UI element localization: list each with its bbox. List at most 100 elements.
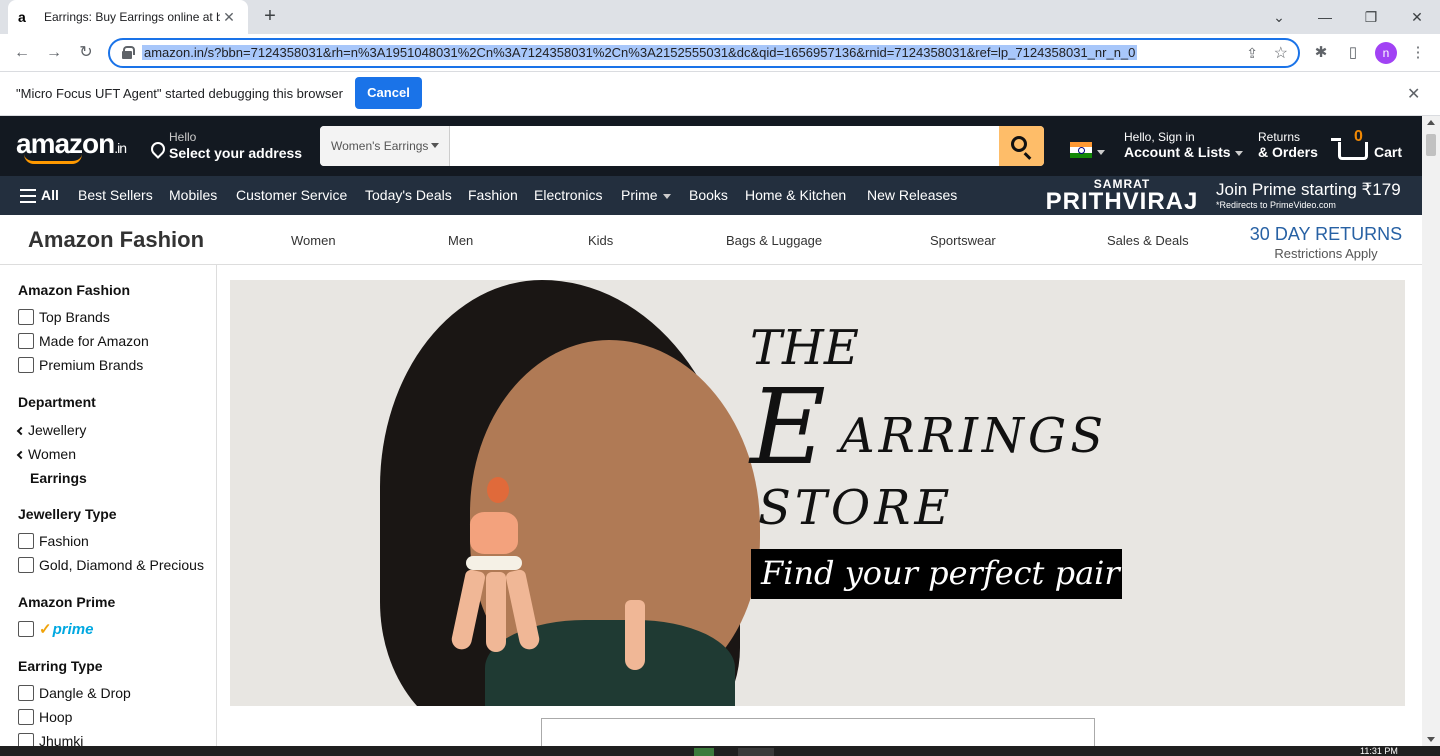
department-jewellery-link[interactable]: Jewellery [16, 422, 87, 438]
restore-button[interactable]: ❐ [1348, 0, 1394, 34]
search-category-dropdown[interactable]: Women's Earrings [320, 126, 450, 166]
department-women-link[interactable]: Women [16, 446, 76, 462]
amazon-header: amazon.in Hello Select your address Wome… [0, 116, 1422, 176]
side-panel-icon[interactable]: ▯ [1342, 42, 1364, 64]
page-scrollbar[interactable] [1422, 116, 1440, 746]
checkbox[interactable] [18, 309, 34, 325]
scroll-thumb[interactable] [1426, 134, 1436, 156]
prime-promo[interactable]: Join Prime starting ₹179 *Redirects to P… [1216, 180, 1401, 210]
checkbox[interactable] [18, 333, 34, 349]
debug-infobar: "Micro Focus UFT Agent" started debuggin… [0, 72, 1440, 116]
filter-heading-jewellery-type: Jewellery Type [18, 506, 117, 522]
nav-new-releases[interactable]: New Releases [867, 187, 957, 203]
scroll-up-icon[interactable] [1427, 120, 1435, 125]
banner-line3: STORE [758, 480, 954, 536]
account-lists[interactable]: Hello, Sign in Account & Lists [1124, 130, 1243, 160]
filter-label: Dangle & Drop [39, 685, 131, 701]
filter-label: Top Brands [39, 309, 110, 325]
checkbox[interactable] [18, 685, 34, 701]
nav-best-sellers[interactable]: Best Sellers [78, 187, 153, 203]
browser-tab[interactable]: a Earrings: Buy Earrings online at b ✕ [8, 0, 248, 34]
subnav-sportswear[interactable]: Sportswear [930, 233, 996, 248]
returns-orders[interactable]: Returns & Orders [1258, 130, 1318, 160]
nav-mobiles[interactable]: Mobiles [169, 187, 217, 203]
scroll-down-icon[interactable] [1427, 737, 1435, 742]
tab-close-icon[interactable]: ✕ [220, 9, 238, 26]
india-flag-icon[interactable] [1070, 142, 1092, 158]
bookmark-star-icon[interactable]: ☆ [1274, 43, 1288, 63]
subnav-sales-deals[interactable]: Sales & Deals [1107, 233, 1189, 248]
filter-premium-brands[interactable]: Premium Brands [18, 357, 143, 373]
search-input[interactable] [451, 126, 999, 166]
department-selected: Earrings [30, 470, 87, 486]
fashion-brand-link[interactable]: Amazon Fashion [28, 227, 204, 253]
cancel-debugging-button[interactable]: Cancel [355, 77, 422, 109]
earrings-store-banner[interactable]: THE E ARRINGS STORE Find your perfect pa… [230, 280, 1405, 706]
search-button[interactable] [999, 126, 1044, 166]
nav-all[interactable]: All [41, 187, 59, 203]
filter-prime[interactable]: ✓prime [18, 620, 93, 638]
reload-icon[interactable]: ↻ [75, 42, 97, 64]
returns-label: Returns [1258, 130, 1301, 144]
filter-gold-diamond[interactable]: Gold, Diamond & Precious [18, 557, 204, 573]
returns-policy-title[interactable]: 30 DAY RETURNS [1228, 224, 1424, 245]
filter-sidebar: Amazon Fashion Top Brands Made for Amazo… [0, 265, 217, 756]
location-pin-icon [150, 142, 164, 158]
cart-button[interactable]: 0 Cart [1331, 128, 1406, 164]
subnav-bags-luggage[interactable]: Bags & Luggage [726, 233, 822, 248]
banner-initial: E [750, 366, 826, 488]
subnav-men[interactable]: Men [448, 233, 473, 248]
cart-icon [1331, 138, 1368, 160]
checkbox[interactable] [18, 357, 34, 373]
extensions-puzzle-icon[interactable]: ✱ [1310, 42, 1332, 64]
infobar-close-icon[interactable]: ✕ [1407, 84, 1420, 104]
account-lists-label: Account & Lists [1124, 144, 1231, 160]
infobar-message: "Micro Focus UFT Agent" started debuggin… [16, 86, 343, 101]
nav-fashion[interactable]: Fashion [468, 187, 518, 203]
nav-customer-service[interactable]: Customer Service [236, 187, 347, 203]
window-close-button[interactable]: ✕ [1394, 0, 1440, 34]
amazon-favicon-icon: a [18, 9, 26, 25]
filter-top-brands[interactable]: Top Brands [18, 309, 110, 325]
department-label: Jewellery [28, 422, 87, 438]
taskbar-app-icon[interactable] [694, 748, 714, 756]
os-taskbar: 11:31 PM [0, 746, 1440, 756]
chevron-left-icon [16, 451, 26, 460]
filter-fashion[interactable]: Fashion [18, 533, 89, 549]
nav-prime-label: Prime [621, 187, 658, 203]
forward-arrow-icon[interactable]: → [43, 42, 65, 64]
new-tab-button[interactable]: + [260, 6, 280, 26]
back-arrow-icon[interactable]: ← [11, 42, 33, 64]
profile-avatar[interactable]: n [1375, 42, 1397, 64]
subnav-women[interactable]: Women [291, 233, 336, 248]
checkbox[interactable] [18, 709, 34, 725]
checkbox[interactable] [18, 533, 34, 549]
nav-todays-deals[interactable]: Today's Deals [365, 187, 452, 203]
nav-books[interactable]: Books [689, 187, 728, 203]
subnav-kids[interactable]: Kids [588, 233, 613, 248]
taskbar-app-icon[interactable] [738, 748, 774, 756]
filter-dangle-drop[interactable]: Dangle & Drop [18, 685, 131, 701]
minimize-button[interactable]: — [1302, 0, 1348, 34]
address-prompt: Select your address [169, 145, 303, 161]
earring-bar [466, 556, 522, 570]
logo-suffix: .in [114, 140, 127, 156]
checkbox[interactable] [18, 557, 34, 573]
filter-label: Fashion [39, 533, 89, 549]
nav-home-kitchen[interactable]: Home & Kitchen [745, 187, 846, 203]
checkbox[interactable] [18, 621, 34, 637]
nav-prime[interactable]: Prime [621, 187, 671, 203]
filter-hoop[interactable]: Hoop [18, 709, 72, 725]
share-icon[interactable]: ⇪ [1246, 45, 1258, 62]
address-bar[interactable]: amazon.in/s?bbn=7124358031&rh=n%3A195104… [108, 38, 1300, 68]
browser-menu-icon[interactable]: ⋮ [1407, 42, 1429, 64]
language-caret-icon[interactable] [1097, 150, 1105, 155]
nav-electronics[interactable]: Electronics [534, 187, 602, 203]
url-text[interactable]: amazon.in/s?bbn=7124358031&rh=n%3A195104… [142, 45, 1138, 60]
promo-movie-title[interactable]: SAMRAT PRITHVIRAJ [1042, 178, 1202, 214]
filter-made-for-amazon[interactable]: Made for Amazon [18, 333, 149, 349]
hamburger-menu-icon[interactable] [20, 189, 36, 203]
earring-tassel [625, 600, 645, 670]
lock-icon[interactable] [122, 46, 135, 59]
tab-search-icon[interactable]: ⌄ [1256, 0, 1302, 34]
